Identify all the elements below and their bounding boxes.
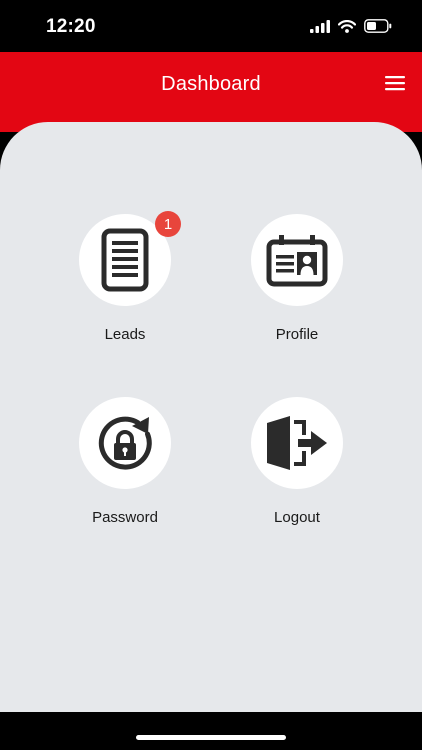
- battery-icon: [364, 19, 392, 33]
- password-icon-circle: [79, 397, 171, 489]
- cellular-signal-icon: [310, 19, 330, 33]
- app-header: Dashboard: [0, 52, 422, 132]
- menu-button[interactable]: [384, 74, 406, 92]
- profile-label: Profile: [275, 326, 319, 343]
- logout-label: Logout: [274, 509, 320, 526]
- wifi-icon: [338, 19, 356, 33]
- bottom-bar: [0, 712, 422, 750]
- status-icons: [310, 19, 392, 33]
- id-card-icon: [266, 235, 328, 287]
- password-tile[interactable]: Password: [45, 397, 205, 537]
- profile-icon-circle: [251, 214, 343, 306]
- logout-door-icon: [267, 416, 327, 470]
- lock-reset-icon: [98, 416, 152, 470]
- leads-count-badge: 1: [155, 211, 181, 237]
- password-label: Password: [92, 509, 158, 526]
- home-indicator[interactable]: [136, 735, 286, 740]
- page-title: Dashboard: [161, 73, 261, 95]
- status-bar: 12:20: [0, 0, 422, 52]
- leads-label: Leads: [104, 326, 146, 343]
- status-time: 12:20: [46, 16, 96, 37]
- leads-tile[interactable]: 1 Leads: [45, 211, 205, 354]
- logout-icon-circle: [251, 397, 343, 489]
- document-list-icon: [101, 228, 149, 292]
- dashboard-content: 1 Leads Profile Password Logout: [0, 122, 422, 712]
- logout-tile[interactable]: Logout: [217, 397, 377, 537]
- profile-tile[interactable]: Profile: [217, 214, 377, 354]
- hamburger-menu-icon: [385, 76, 405, 91]
